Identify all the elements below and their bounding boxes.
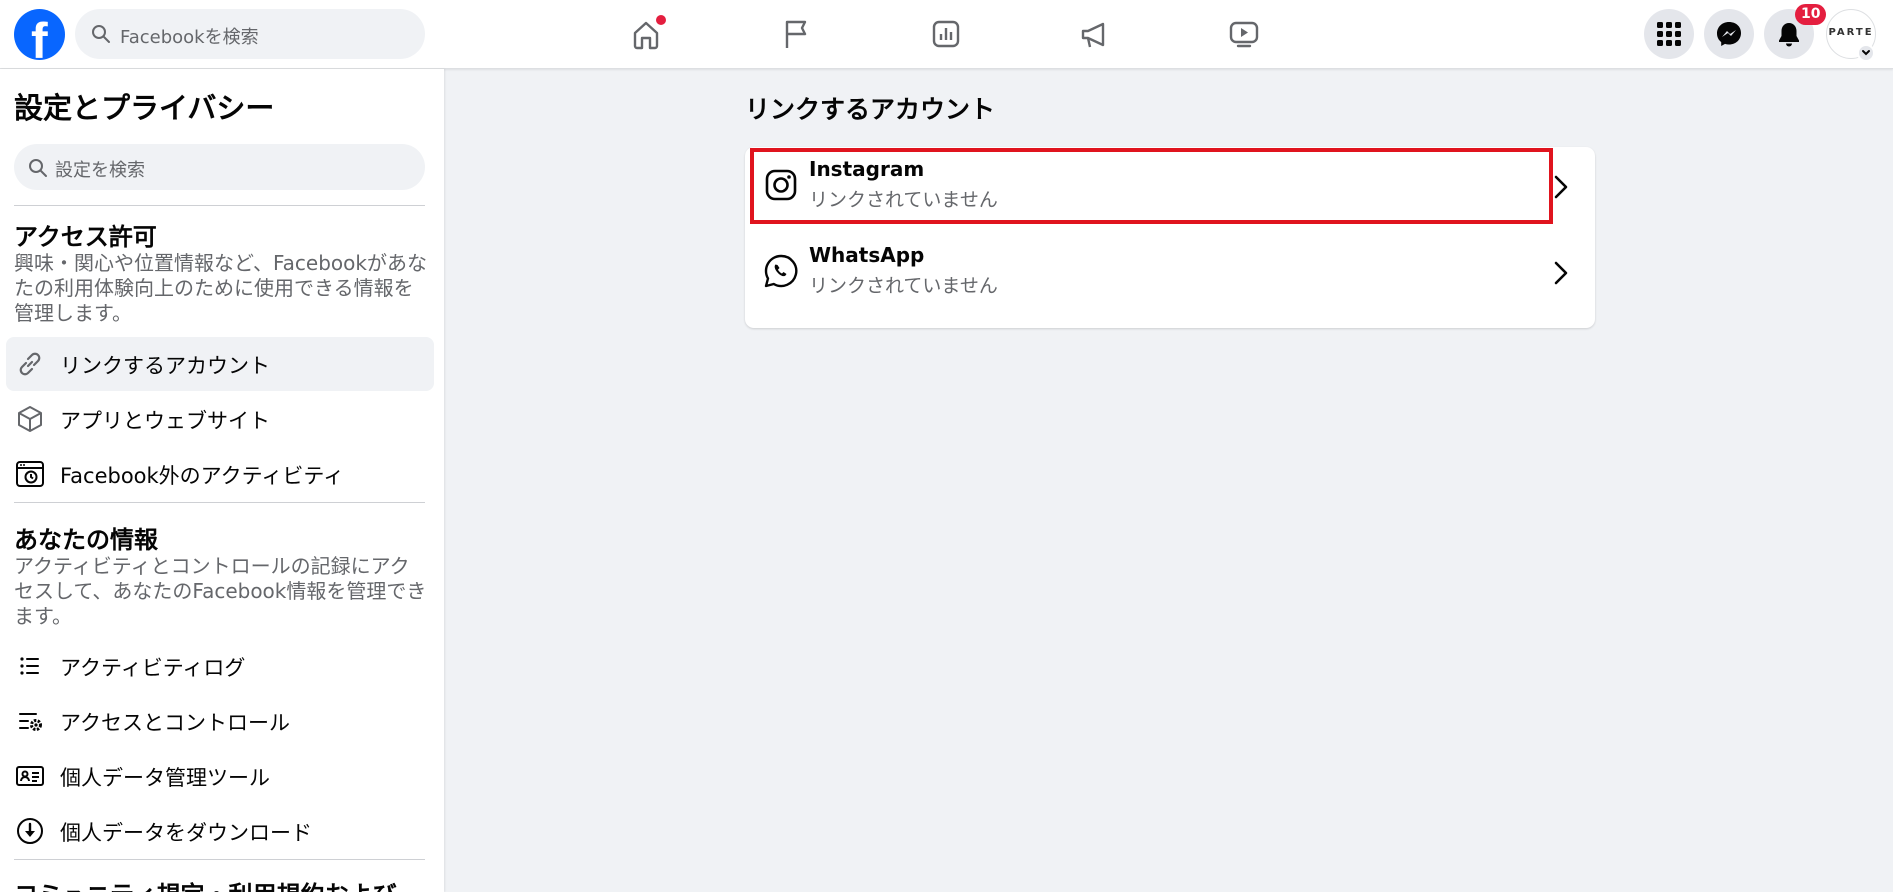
sidebar-item-label: 個人データ管理ツール	[60, 766, 270, 790]
facebook-search-input[interactable]: Facebookを検索	[75, 9, 425, 59]
megaphone-icon[interactable]	[1075, 14, 1115, 54]
bell-icon	[1779, 23, 1799, 47]
messenger-icon	[1717, 22, 1741, 46]
link-icon	[19, 352, 41, 376]
list-gear-icon	[19, 713, 42, 731]
search-placeholder: Facebookを検索	[120, 27, 259, 48]
menu-button[interactable]	[1644, 9, 1694, 59]
settings-search-input[interactable]: 設定を検索	[14, 144, 425, 190]
facebook-logo-icon[interactable]: f	[14, 9, 65, 69]
account-row-whatsapp[interactable]: WhatsApp リンクされていません	[745, 235, 1595, 313]
divider	[14, 205, 425, 206]
sidebar-item-access-control[interactable]: アクセスとコントロール	[6, 694, 434, 748]
section-title-community-standards: コミュニティ規定・利用規約および	[14, 875, 397, 892]
page-title: リンクするアカウント	[745, 95, 996, 124]
history-icon	[16, 461, 44, 487]
sidebar-item-label: アクティビティログ	[60, 656, 246, 680]
watch-video-icon[interactable]	[1224, 14, 1264, 54]
divider	[14, 502, 425, 503]
insights-chart-icon[interactable]	[926, 14, 966, 54]
divider	[14, 859, 425, 860]
section-description-permissions: 興味・関心や位置情報など、Facebookがあなたの利用体験向上のために使用でき…	[14, 251, 427, 325]
sidebar-item-linked-accounts[interactable]: リンクするアカウント	[6, 337, 434, 391]
settings-search-placeholder: 設定を検索	[55, 160, 145, 181]
sidebar-item-off-facebook-activity[interactable]: Facebook外のアクティビティ	[6, 447, 434, 501]
sidebar-item-label: 個人データをダウンロード	[60, 821, 312, 845]
account-status: リンクされていません	[809, 275, 998, 297]
sidebar-item-personal-data-tool[interactable]: 個人データ管理ツール	[6, 749, 434, 803]
sidebar-item-label: アプリとウェブサイト	[60, 409, 270, 433]
sidebar-item-download-data[interactable]: 個人データをダウンロード	[6, 804, 434, 858]
sidebar-item-label: アクセスとコントロール	[60, 711, 290, 735]
section-title-your-information: あなたの情報	[14, 526, 158, 554]
sidebar-item-activity-log[interactable]: アクティビティログ	[6, 639, 434, 693]
grid-menu-icon	[1657, 22, 1681, 46]
account-chevron-down-icon[interactable]	[1857, 44, 1875, 62]
instagram-highlight-box	[750, 148, 1553, 224]
section-description-your-information: アクティビティとコントロールの記録にアクセスして、あなたのFacebook情報を…	[14, 554, 427, 628]
home-notification-dot	[656, 15, 666, 25]
sidebar-item-apps-websites[interactable]: アプリとウェブサイト	[6, 392, 434, 446]
account-name: WhatsApp	[809, 243, 925, 267]
sidebar-item-label: リンクするアカウント	[60, 354, 270, 378]
search-icon	[29, 159, 47, 177]
section-title-permissions: アクセス許可	[14, 223, 157, 251]
pages-flag-icon[interactable]	[776, 14, 816, 54]
sidebar-item-label: Facebook外のアクティビティ	[60, 464, 345, 488]
messenger-button[interactable]	[1704, 9, 1754, 59]
sidebar-title: 設定とプライバシー	[14, 91, 275, 125]
whatsapp-icon	[764, 254, 798, 288]
settings-sidebar: 設定とプライバシー 設定を検索 アクセス許可 興味・関心や位置情報など、Face…	[0, 69, 444, 892]
id-card-icon	[16, 766, 44, 786]
download-icon	[17, 818, 43, 844]
search-icon	[92, 25, 110, 43]
notification-count-badge: 10	[1795, 4, 1827, 25]
cube-icon	[18, 406, 42, 432]
top-navigation-bar: f Facebookを検索 10 PARTE	[0, 0, 1893, 69]
avatar-text: PARTE	[1828, 27, 1874, 38]
list-icon	[20, 657, 39, 675]
chevron-right-icon	[1554, 261, 1568, 285]
